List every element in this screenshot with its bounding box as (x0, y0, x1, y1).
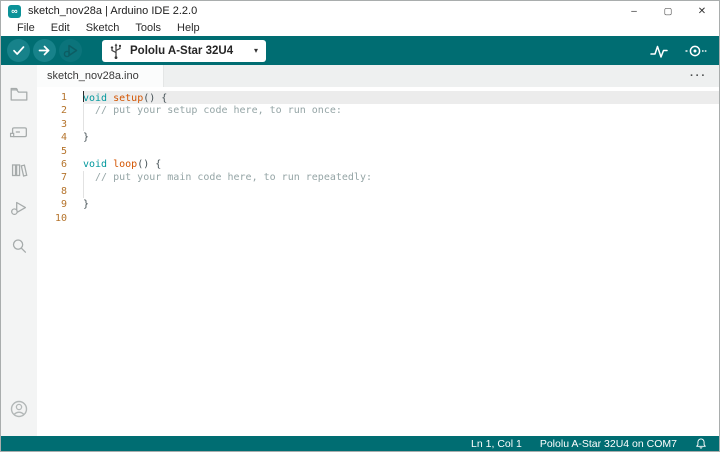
minimize-button[interactable]: – (617, 1, 651, 21)
status-bar: Ln 1, Col 1 Pololu A-Star 32U4 on COM7 (1, 436, 719, 451)
code-line-9[interactable]: 9} (37, 198, 719, 211)
debug-button[interactable] (59, 39, 82, 62)
code-content[interactable]: // put your setup code here, to run once… (83, 104, 719, 119)
code-content[interactable] (83, 212, 719, 225)
code-line-6[interactable]: 6 void loop() { (37, 158, 719, 171)
menu-file[interactable]: File (9, 21, 43, 36)
code-line-7[interactable]: 7 // put your main code here, to run rep… (37, 171, 719, 186)
window-controls: – ▢ ✕ (617, 1, 719, 21)
code-content[interactable]: } (83, 131, 719, 144)
books-icon (8, 159, 30, 181)
menu-edit[interactable]: Edit (43, 21, 78, 36)
title-bar: ∞ sketch_nov28a | Arduino IDE 2.2.0 – ▢ … (1, 1, 719, 21)
check-icon (7, 39, 30, 62)
board-selector-dropdown[interactable]: Pololu A-Star 32U4 ▾ (102, 39, 266, 62)
code-line-1[interactable]: 1 void setup() { (37, 91, 719, 105)
toolbar: Pololu A-Star 32U4 ▾ (1, 36, 719, 65)
line-number: 10 (54, 212, 67, 224)
code-content[interactable] (83, 145, 719, 158)
board-chip-icon (8, 121, 30, 143)
maximize-button[interactable]: ▢ (651, 1, 685, 21)
search-icon (8, 235, 30, 257)
folder-icon (8, 83, 30, 105)
arduino-logo-icon: ∞ (8, 4, 21, 18)
ellipsis-icon: ··· (690, 70, 707, 82)
arduino-ide-window: ∞ sketch_nov28a | Arduino IDE 2.2.0 – ▢ … (0, 0, 720, 452)
line-number: 1 (60, 92, 67, 103)
line-number: 6 (60, 158, 67, 170)
debug-play-icon (8, 197, 30, 219)
board-selector-value: Pololu A-Star 32U4 (130, 44, 234, 57)
serial-monitor-button[interactable] (683, 41, 707, 61)
close-button[interactable]: ✕ (685, 1, 719, 21)
debug-icon (59, 39, 82, 62)
code-line-3[interactable]: 3 (37, 117, 719, 132)
code-line-2[interactable]: 2 // put your setup code here, to run on… (37, 104, 719, 119)
line-number: 5 (60, 145, 67, 157)
menu-sketch[interactable]: Sketch (78, 21, 128, 36)
tab-sketch[interactable]: sketch_nov28a.ino (37, 65, 164, 87)
window-title: sketch_nov28a | Arduino IDE 2.2.0 (28, 5, 198, 17)
code-content[interactable] (83, 184, 719, 199)
cursor-position[interactable]: Ln 1, Col 1 (471, 438, 522, 450)
code-line-4[interactable]: 4} (37, 131, 719, 144)
sidebar-item-sketchbook[interactable] (1, 75, 37, 113)
tab-overflow-menu[interactable]: ··· (690, 65, 719, 87)
chevron-down-icon: ▾ (253, 46, 258, 55)
line-number: 3 (60, 118, 67, 130)
code-content[interactable]: void setup() { (83, 91, 719, 105)
line-number: 2 (60, 105, 67, 117)
serial-plotter-button[interactable] (649, 41, 669, 61)
sidebar-item-library-manager[interactable] (1, 151, 37, 189)
tab-bar: sketch_nov28a.ino ··· (37, 65, 719, 87)
account-icon (7, 397, 31, 421)
line-number: 9 (60, 199, 67, 211)
code-line-8[interactable]: 8 (37, 184, 719, 199)
sidebar-item-search[interactable] (1, 227, 37, 265)
line-number: 7 (60, 172, 67, 184)
code-content[interactable]: // put your main code here, to run repea… (83, 171, 719, 186)
code-editor[interactable]: 1 void setup() {2 // put your setup code … (37, 87, 719, 436)
board-connection-status[interactable]: Pololu A-Star 32U4 on COM7 (540, 438, 677, 450)
sidebar-item-account[interactable] (1, 390, 37, 428)
right-arrow-icon (33, 39, 56, 62)
verify-button[interactable] (7, 39, 30, 62)
usb-icon (108, 42, 124, 60)
upload-button[interactable] (33, 39, 56, 62)
code-content[interactable]: void loop() { (83, 158, 719, 171)
activity-sidebar (1, 65, 37, 436)
code-line-5[interactable]: 5 (37, 145, 719, 158)
code-content[interactable]: } (83, 198, 719, 211)
bell-icon[interactable] (695, 437, 707, 450)
line-number: 4 (60, 132, 67, 144)
code-content[interactable] (83, 117, 719, 132)
line-number: 8 (60, 185, 67, 197)
menu-tools[interactable]: Tools (127, 21, 169, 36)
menu-bar: File Edit Sketch Tools Help (1, 21, 719, 36)
code-line-10[interactable]: 10 (37, 212, 719, 225)
sidebar-item-boards-manager[interactable] (1, 113, 37, 151)
menu-help[interactable]: Help (169, 21, 208, 36)
sidebar-item-debug[interactable] (1, 189, 37, 227)
